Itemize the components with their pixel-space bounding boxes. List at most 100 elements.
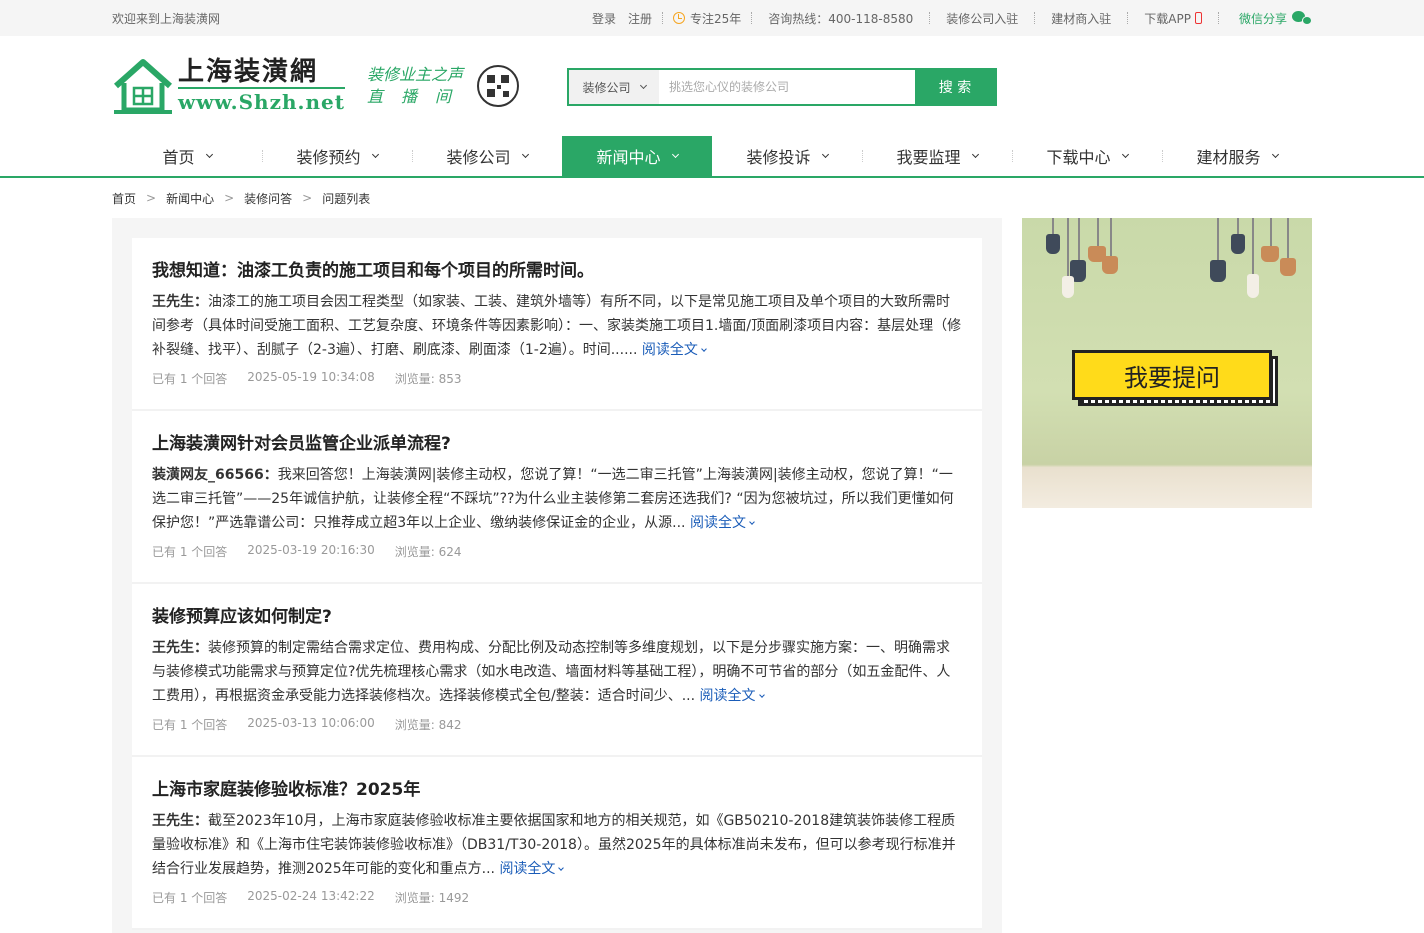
view-count: 浏览量: 853 <box>394 372 462 386</box>
answer-author: 王先生： <box>152 813 208 829</box>
nav-item-label: 建材服务 <box>1196 148 1261 167</box>
lamp-icon <box>1231 234 1245 254</box>
search-input[interactable] <box>659 70 915 104</box>
read-more-link[interactable]: 阅读全文 <box>699 688 765 704</box>
nav-item-materials[interactable]: 建材服务 <box>1162 136 1312 176</box>
slogan: 装修业主之声 直播间 <box>367 64 469 108</box>
answer-count: 已有 1 个回答 <box>152 718 228 732</box>
question-title[interactable]: 上海装潢网针对会员监管企业派单流程? <box>152 431 962 457</box>
answer-count: 已有 1 个回答 <box>152 891 228 905</box>
breadcrumb-separator: > <box>302 191 313 205</box>
sidebar: 我要提问 <box>1022 218 1312 933</box>
ask-question-banner[interactable]: 我要提问 <box>1022 218 1312 508</box>
nav-item-label: 装修投诉 <box>746 148 811 167</box>
nav-item-booking[interactable]: 装修预约 <box>262 136 412 176</box>
nav-item-label: 我要监理 <box>896 148 961 167</box>
company-join-link[interactable]: 装修公司入驻 <box>930 10 1034 27</box>
breadcrumb-separator: > <box>146 191 157 205</box>
material-join-link[interactable]: 建材商入驻 <box>1035 10 1127 27</box>
read-more-link[interactable]: 阅读全文 <box>499 861 565 877</box>
breadcrumb-qa[interactable]: 装修问答 <box>244 190 292 207</box>
main-content: 我想知道：油漆工负责的施工项目和每个项目的所需时间。 王先生：油漆工的施工项目会… <box>112 218 1312 933</box>
answer-text: 装修预算的制定需结合需求定位、费用构成、分配比例及动态控制等多维度规划，以下是分… <box>152 640 951 704</box>
breadcrumb-current: 问题列表 <box>322 191 371 206</box>
question-card: 上海装潢网针对会员监管企业派单流程? 装潢网友_66566：我来回答您！上海装潢… <box>132 411 982 584</box>
nav-item-companies[interactable]: 装修公司 <box>412 136 562 176</box>
nav-item-home[interactable]: 首页 <box>112 136 262 176</box>
chevron-down-icon <box>749 519 755 525</box>
answer-text: 油漆工的施工项目会因工程类型（如家装、工装、建筑外墙等）有所不同，以下是常见施工… <box>152 294 962 358</box>
nav-item-supervision[interactable]: 我要监理 <box>862 136 1012 176</box>
lamp-icon <box>1280 258 1296 276</box>
question-card: 我想知道：油漆工负责的施工项目和每个项目的所需时间。 王先生：油漆工的施工项目会… <box>132 238 982 411</box>
lamp-icon <box>1062 276 1074 298</box>
read-more-link[interactable]: 阅读全文 <box>642 342 707 358</box>
chevron-down-icon <box>758 692 765 698</box>
slogan-line-1: 装修业主之声 <box>366 65 463 84</box>
nav-item-news[interactable]: 新闻中心 <box>562 136 712 176</box>
breadcrumb-home[interactable]: 首页 <box>112 190 136 207</box>
question-excerpt: 王先生：装修预算的制定需结合需求定位、费用构成、分配比例及动态控制等多维度规划，… <box>152 636 962 708</box>
download-app-label: 下载APP <box>1144 11 1191 26</box>
question-list: 我想知道：油漆工负责的施工项目和每个项目的所需时间。 王先生：油漆工的施工项目会… <box>112 218 1002 933</box>
answer-author: 王先生： <box>152 640 208 656</box>
question-meta: 已有 1 个回答 2025-05-19 10:34:08 浏览量: 853 <box>152 370 962 387</box>
read-more-label: 阅读全文 <box>499 861 556 877</box>
question-meta: 已有 1 个回答 2025-02-24 13:42:22 浏览量: 1492 <box>152 889 962 906</box>
nav-item-label: 装修预约 <box>296 148 361 167</box>
question-meta: 已有 1 个回答 2025-03-13 10:06:00 浏览量: 842 <box>152 716 962 733</box>
search-bar: 装修公司 搜 索 <box>567 68 997 106</box>
download-app-link[interactable]: 下载APP <box>1128 10 1218 27</box>
search-button[interactable]: 搜 索 <box>915 70 995 104</box>
hotline-text: 咨询热线：400-118-8580 <box>768 11 914 26</box>
question-excerpt: 装潢网友_66566：我来回答您！上海装潢网|装修主动权，您说了算！“一选二审三… <box>152 463 962 535</box>
login-link[interactable]: 登录 <box>582 10 622 27</box>
register-link[interactable]: 注册 <box>622 10 662 27</box>
phone-icon <box>1194 12 1202 24</box>
search-category-select[interactable]: 装修公司 <box>569 70 659 104</box>
question-title[interactable]: 我想知道：油漆工负责的施工项目和每个项目的所需时间。 <box>152 258 962 284</box>
lamp-icon <box>1102 256 1118 274</box>
nav-item-label: 首页 <box>162 148 195 167</box>
chevron-down-icon <box>971 150 979 158</box>
chevron-down-icon <box>205 150 213 158</box>
chevron-down-icon <box>821 150 829 158</box>
nav-item-complaints[interactable]: 装修投诉 <box>712 136 862 176</box>
years-badge: 专注25年 <box>663 10 751 27</box>
post-time: 2025-03-19 20:16:30 <box>247 543 375 557</box>
logo-domain: www.Shzh.net <box>178 90 345 114</box>
chevron-down-icon <box>1271 150 1279 158</box>
house-logo-icon <box>112 56 174 116</box>
qr-code-icon <box>476 65 519 107</box>
chevron-down-icon <box>671 150 679 158</box>
lamp-icon <box>1247 274 1259 298</box>
search-category-value: 装修公司 <box>582 80 631 95</box>
answer-author: 王先生： <box>152 294 208 310</box>
view-count: 浏览量: 842 <box>394 718 462 732</box>
question-title[interactable]: 装修预算应该如何制定? <box>152 604 962 630</box>
wechat-icon <box>1292 11 1312 25</box>
wechat-share-link[interactable]: 微信分享 <box>1219 10 1312 27</box>
view-count: 浏览量: 1492 <box>394 891 470 905</box>
chevron-down-icon <box>1121 150 1129 158</box>
ask-question-button[interactable]: 我要提问 <box>1072 350 1272 400</box>
slogan-line-2: 直播间 <box>366 87 469 106</box>
wechat-share-label: 微信分享 <box>1238 11 1287 26</box>
read-more-link[interactable]: 阅读全文 <box>689 515 755 531</box>
lamp-icon <box>1210 260 1226 282</box>
answer-count: 已有 1 个回答 <box>152 545 228 559</box>
answer-count: 已有 1 个回答 <box>152 372 228 386</box>
breadcrumb-news[interactable]: 新闻中心 <box>166 190 214 207</box>
nav-item-downloads[interactable]: 下载中心 <box>1012 136 1162 176</box>
welcome-text: 欢迎来到上海装潢网 <box>112 11 221 26</box>
post-time: 2025-05-19 10:34:08 <box>247 370 375 384</box>
read-more-label: 阅读全文 <box>699 688 756 704</box>
site-logo[interactable]: 上海装潢網 www.Shzh.net <box>112 56 345 116</box>
post-time: 2025-02-24 13:42:22 <box>247 889 375 903</box>
nav-item-label: 下载中心 <box>1046 148 1111 167</box>
read-more-label: 阅读全文 <box>689 515 746 531</box>
question-title[interactable]: 上海市家庭装修验收标准？2025年 <box>152 777 962 803</box>
question-excerpt: 王先生：截至2023年10月，上海市家庭装修验收标准主要依据国家和地方的相关规范… <box>152 809 962 881</box>
breadcrumb-separator: > <box>224 191 235 205</box>
nav-item-label: 装修公司 <box>446 148 511 167</box>
